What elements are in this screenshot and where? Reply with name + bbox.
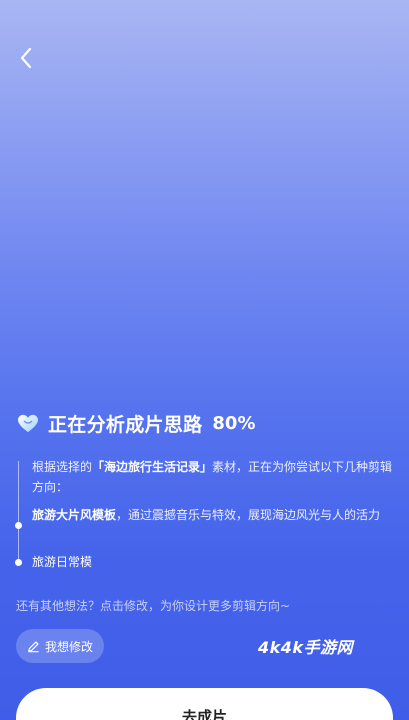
- timeline-line: [18, 461, 19, 565]
- analysis-progress: 80%: [212, 413, 256, 434]
- direction-option: 旅游大片风模板，通过震撼音乐与特效，展现海边风光与人的活力: [32, 505, 394, 525]
- timeline-dot: [15, 522, 22, 529]
- description-prefix: 根据选择的: [32, 460, 93, 474]
- chevron-left-icon: [20, 47, 32, 69]
- watermark: 4k4k手游网: [258, 638, 354, 657]
- option-title: 旅游大片风模板: [32, 508, 117, 522]
- go-to-video-label: 去成片: [181, 708, 227, 720]
- edit-button[interactable]: 我想修改: [16, 629, 104, 663]
- option-title: 旅游日常模: [32, 555, 93, 569]
- edit-button-label: 我想修改: [44, 639, 93, 654]
- analysis-heading: 正在分析成片思路 80%: [16, 410, 256, 437]
- heart-icon: [16, 412, 40, 436]
- option-detail: ，通过震撼音乐与特效，展现海边风光与人的活力: [116, 508, 381, 522]
- analysis-title: 正在分析成片思路: [48, 414, 203, 436]
- pencil-icon: [28, 640, 39, 652]
- analysis-description: 根据选择的「海边旅行生活记录」素材，正在为你尝试以下几种剪辑方向：: [32, 457, 394, 497]
- go-to-video-button[interactable]: 去成片: [16, 688, 393, 720]
- edit-hint: 还有其他想法？点击修改，为你设计更多剪辑方向~: [16, 599, 291, 613]
- direction-option: 旅游日常模: [32, 552, 394, 572]
- timeline-dot: [15, 559, 22, 566]
- back-button[interactable]: [12, 44, 40, 72]
- analysis-screen: 正在分析成片思路 80% 根据选择的「海边旅行生活记录」素材，正在为你尝试以下几…: [0, 0, 409, 720]
- direction-timeline: 根据选择的「海边旅行生活记录」素材，正在为你尝试以下几种剪辑方向： 旅游大片风模…: [0, 455, 409, 585]
- material-name: 「海边旅行生活记录」: [92, 460, 213, 474]
